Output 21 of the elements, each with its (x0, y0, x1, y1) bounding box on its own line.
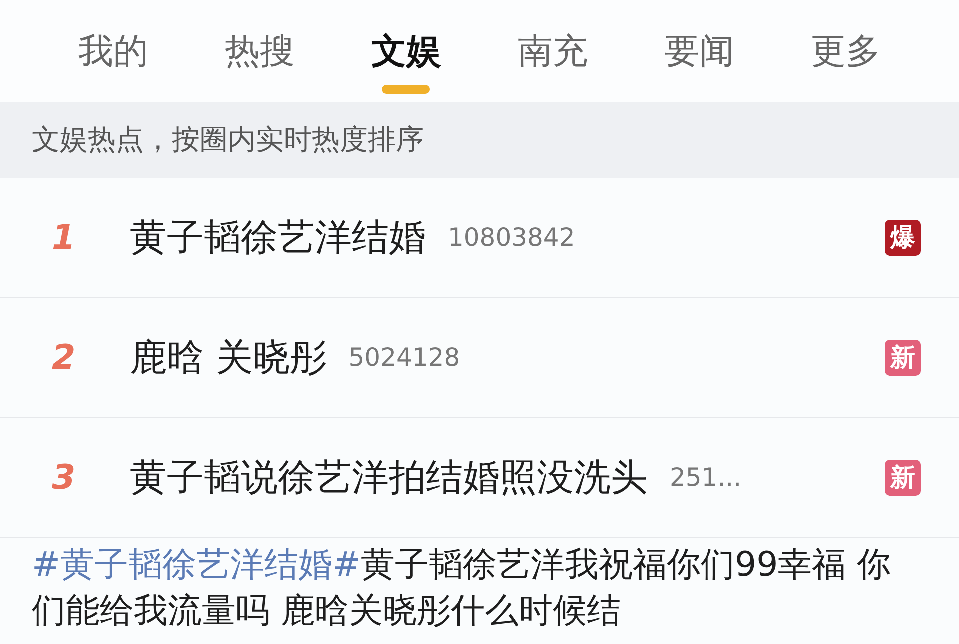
hashtag-link[interactable]: #黄子韬徐艺洋结婚# (32, 545, 361, 585)
badge: 新 (885, 460, 921, 496)
post-text: #黄子韬徐艺洋结婚#黄子韬徐艺洋我祝福你们99幸福 你们能给我流量吗 鹿晗关晓彤什么时候结 (31, 544, 892, 633)
badge: 爆 (885, 220, 921, 256)
topic-link[interactable]: 黄子韬说徐艺洋拍结婚照没洗头 (130, 452, 648, 502)
heat-count: 5024128 (348, 343, 460, 372)
rank-number: 2 (52, 338, 77, 378)
topic-link[interactable]: 黄子韬徐艺洋结婚 (130, 212, 426, 262)
badge: 新 (885, 340, 921, 376)
topic-link[interactable]: 鹿晗 关晓彤 (130, 332, 327, 382)
subtitle: 文娱热点，按圈内实时热度排序 (32, 122, 424, 158)
tab[interactable]: 更多 (800, 0, 891, 102)
tab[interactable]: 热搜 (214, 0, 305, 102)
rank-number: 1 (52, 218, 77, 258)
heat-count: 251... (670, 463, 742, 492)
rank-number: 3 (52, 458, 77, 498)
tab[interactable]: 要闻 (654, 0, 744, 102)
tab[interactable]: 南充 (508, 0, 598, 102)
tab[interactable]: 我的 (68, 0, 158, 102)
tab[interactable]: 文娱 (361, 0, 452, 102)
heat-count: 10803842 (448, 223, 576, 252)
